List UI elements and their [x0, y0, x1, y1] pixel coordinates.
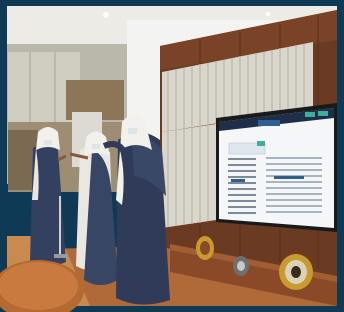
screen-row-text [228, 206, 256, 208]
meeting-room-photo [0, 0, 344, 312]
ceiling-light [265, 11, 271, 17]
screen-row-text [228, 200, 256, 202]
screen-row-text [266, 187, 322, 189]
screen-row-text [266, 211, 322, 213]
screen-row-text [228, 170, 256, 172]
screen-row-text [228, 188, 256, 190]
screen-row-text [228, 176, 256, 178]
screen-row-text [266, 157, 322, 159]
scene [0, 6, 337, 312]
screen-row-text [266, 199, 322, 201]
ceiling-light [103, 12, 109, 18]
screen-row-text [266, 205, 322, 207]
screen-row-text [266, 163, 322, 165]
screen-row-text [228, 164, 256, 166]
screen-row-text [228, 212, 256, 214]
screen-row-text [266, 169, 322, 171]
wall-display [216, 103, 337, 232]
photo-frame [0, 0, 344, 312]
screen-row-text [266, 181, 322, 183]
screen-row-text [228, 182, 256, 184]
panel-badge [257, 141, 265, 146]
screen-row-text [228, 158, 256, 160]
screen-row-text [228, 194, 256, 196]
screen-row-text [266, 193, 322, 195]
